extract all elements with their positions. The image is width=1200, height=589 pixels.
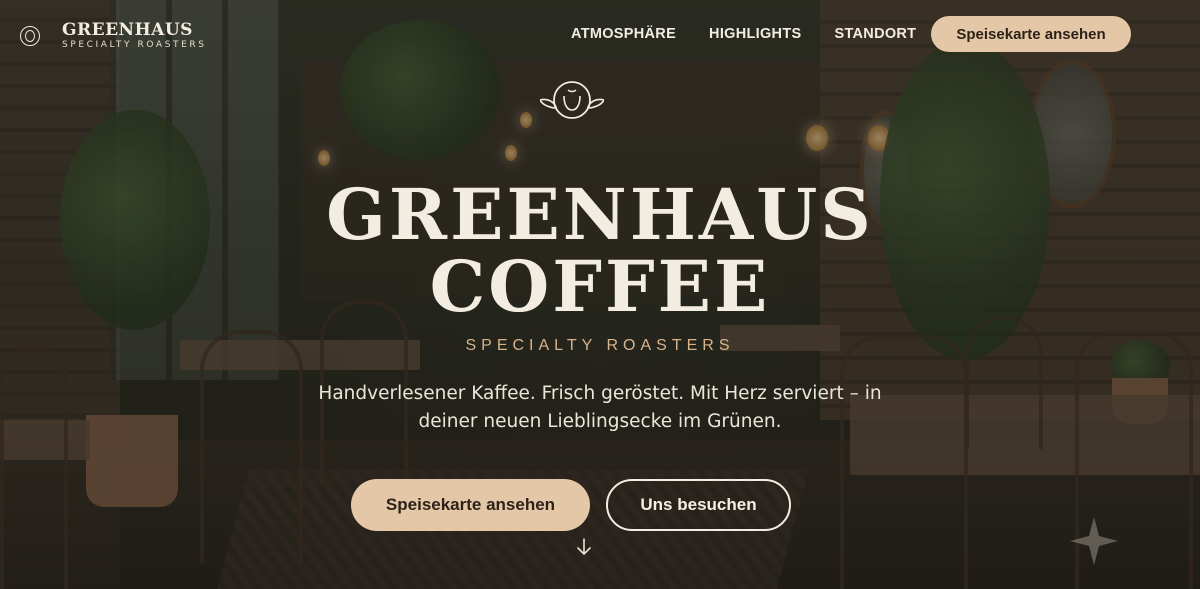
hero-description: Handverlesener Kaffee. Frisch geröstet. … bbox=[290, 380, 910, 436]
hero-description-line1: Handverlesener Kaffee. Frisch geröstet. … bbox=[318, 383, 882, 404]
brand-tagline: SPECIALTY ROASTERS bbox=[62, 40, 207, 50]
brand-logo-text: GREENHAUS SPECIALTY ROASTERS bbox=[62, 22, 207, 50]
sparkle-icon bbox=[1070, 517, 1118, 565]
view-menu-button[interactable]: Speisekarte ansehen bbox=[351, 479, 590, 531]
hero-title-line1: GREENHAUS bbox=[326, 173, 874, 256]
nav-link-standort[interactable]: STANDORT bbox=[834, 26, 916, 42]
nav-link-atmosphaere[interactable]: ATMOSPHÄRE bbox=[571, 26, 676, 42]
coffee-bean-circle-icon bbox=[20, 26, 40, 46]
brand-name: GREENHAUS bbox=[62, 20, 193, 40]
hero-title-line2: COFFEE bbox=[429, 245, 771, 328]
hero-subtitle: SPECIALTY ROASTERS bbox=[465, 337, 735, 354]
hero-description-line2: deiner neuen Lieblingsecke im Grünen. bbox=[418, 411, 782, 432]
nav-link-highlights[interactable]: HIGHLIGHTS bbox=[709, 26, 801, 42]
nav-menu-button[interactable]: Speisekarte ansehen bbox=[931, 16, 1131, 52]
visit-us-button[interactable]: Uns besuchen bbox=[606, 479, 791, 531]
brand-logo[interactable]: GREENHAUS SPECIALTY ROASTERS bbox=[20, 22, 207, 50]
arrow-down-icon[interactable] bbox=[575, 537, 593, 557]
main-nav: ATMOSPHÄRE HIGHLIGHTS STANDORT bbox=[571, 26, 916, 42]
coffee-cup-leaves-icon bbox=[540, 81, 604, 119]
